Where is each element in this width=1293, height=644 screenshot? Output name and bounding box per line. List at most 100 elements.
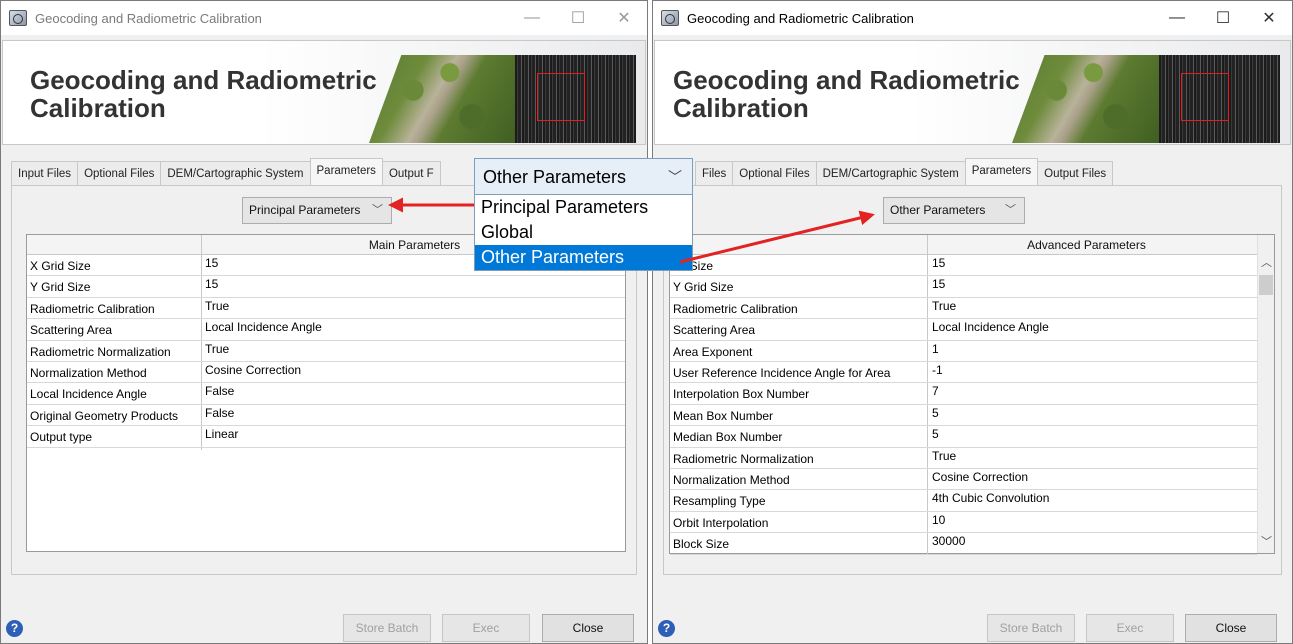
parameter-value[interactable]: 5 — [932, 406, 939, 420]
parameter-value[interactable]: Cosine Correction — [932, 470, 1028, 484]
table-scrollbar[interactable]: ︿ ﹀ — [1257, 235, 1274, 553]
help-icon[interactable]: ? — [658, 620, 675, 637]
scrollbar-thumb[interactable] — [1259, 275, 1273, 295]
parameter-value[interactable]: 15 — [205, 256, 218, 270]
parameter-name: Normalization Method — [673, 473, 790, 487]
dropdown-option-global[interactable]: Global — [475, 220, 692, 245]
table-row[interactable]: Scattering Area Local Incidence Angle — [670, 319, 1257, 341]
close-button[interactable]: Close — [542, 614, 634, 642]
tab-output-files[interactable]: Output Files — [1037, 161, 1114, 185]
parameter-set-dropdown[interactable]: Other Parameters ﹀ Principal Parameters … — [474, 158, 693, 271]
parameter-value[interactable]: 15 — [205, 277, 218, 291]
scroll-down-icon[interactable]: ﹀ — [1258, 534, 1275, 551]
parameter-name: Original Geometry Products — [30, 408, 179, 423]
close-button[interactable]: Close — [1185, 614, 1277, 642]
close-window-button[interactable]: ✕ — [601, 1, 647, 35]
parameter-value[interactable]: True — [932, 449, 956, 463]
banner: Geocoding and Radiometric Calibration — [654, 40, 1291, 145]
parameter-name: Radiometric Calibration — [30, 301, 155, 316]
close-window-button[interactable]: ✕ — [1246, 1, 1292, 35]
dropdown-option-other[interactable]: Other Parameters — [475, 245, 692, 270]
parameter-value[interactable]: False — [205, 406, 234, 420]
maximize-button[interactable]: ☐ — [1200, 1, 1246, 35]
parameter-value[interactable]: 10 — [932, 513, 945, 527]
table-row[interactable]: Radiometric Calibration True — [27, 298, 625, 320]
tab-bar: Input Files Optional Files DEM/Cartograp… — [11, 158, 441, 185]
parameter-value[interactable]: Local Incidence Angle — [932, 320, 1049, 334]
parameter-value[interactable]: 15 — [932, 277, 945, 291]
table-row[interactable]: Interpolation Box Number 7 — [670, 383, 1257, 405]
title-bar[interactable]: Geocoding and Radiometric Calibration — … — [1, 1, 647, 35]
tab-input-files[interactable]: Input Files — [11, 161, 79, 185]
chevron-down-icon: ﹀ — [372, 204, 383, 216]
parameter-value[interactable]: True — [205, 299, 229, 313]
table-row[interactable]: Radiometric Normalization True — [670, 448, 1257, 469]
scroll-up-icon[interactable]: ︿ — [1258, 255, 1275, 272]
parameter-name: X Grid Size — [30, 259, 91, 273]
store-batch-button[interactable]: Store Batch — [987, 614, 1075, 642]
dropdown-option-principal[interactable]: Principal Parameters — [475, 195, 692, 220]
parameter-name: Mean Box Number — [673, 408, 774, 423]
table-row[interactable]: User Reference Incidence Angle for Area -… — [670, 362, 1257, 384]
table-row[interactable]: Area Exponent 1 — [670, 341, 1257, 362]
dropdown-current[interactable]: Other Parameters ﹀ — [475, 159, 692, 195]
help-icon[interactable]: ? — [6, 620, 23, 637]
parameter-value[interactable]: -1 — [932, 363, 943, 377]
parameter-value[interactable]: 4th Cubic Convolution — [932, 491, 1049, 505]
exec-button[interactable]: Exec — [442, 614, 530, 642]
table-row[interactable]: Orbit Interpolation 10 — [670, 512, 1257, 534]
table-row[interactable]: Local Incidence Angle False — [27, 383, 625, 405]
parameters-table: Main Parameters X Grid Size 15 Y Grid Size… — [26, 234, 626, 552]
parameter-value[interactable]: 15 — [932, 256, 945, 270]
banner-title: Geocoding and Radiometric Calibration — [673, 66, 1020, 122]
table-row[interactable]: rid Size 15 — [670, 255, 1257, 277]
table-row[interactable]: Scattering Area Local Incidence Angle — [27, 319, 625, 341]
parameter-name: Radiometric Normalization — [30, 344, 171, 359]
tab-parameters[interactable]: Parameters — [309, 158, 383, 185]
combo-value: Other Parameters — [890, 203, 986, 217]
tab-input-files[interactable]: Files — [695, 161, 734, 185]
title-bar[interactable]: Geocoding and Radiometric Calibration — … — [653, 1, 1292, 35]
maximize-button[interactable]: ☐ — [555, 1, 601, 35]
table-row[interactable]: Mean Box Number 5 — [670, 405, 1257, 427]
parameter-value[interactable]: 30000 — [932, 534, 965, 548]
tab-optional-files[interactable]: Optional Files — [732, 161, 817, 185]
table-row[interactable]: Block Size 30000 — [670, 533, 1257, 555]
parameter-set-combo[interactable]: Other Parameters ﹀ — [883, 197, 1025, 224]
table-row[interactable]: Output type Linear — [27, 426, 625, 448]
tab-dem-cartographic[interactable]: DEM/Cartographic System — [160, 161, 311, 185]
exec-button[interactable]: Exec — [1086, 614, 1174, 642]
parameter-value[interactable]: True — [932, 299, 956, 313]
table-row[interactable]: Original Geometry Products False — [27, 405, 625, 427]
minimize-button[interactable]: — — [509, 1, 555, 35]
tab-parameters[interactable]: Parameters — [964, 158, 1039, 185]
table-row[interactable]: Median Box Number 5 — [670, 426, 1257, 448]
table-row[interactable]: Resampling Type 4th Cubic Convolution — [670, 490, 1257, 512]
table-row[interactable]: Y Grid Size 15 — [27, 276, 625, 298]
table-row[interactable]: Y Grid Size 15 — [670, 276, 1257, 298]
parameter-name: Radiometric Normalization — [673, 451, 814, 466]
parameter-value[interactable]: False — [205, 384, 234, 398]
tab-optional-files[interactable]: Optional Files — [77, 161, 162, 185]
forest-image — [369, 55, 516, 143]
parameter-value[interactable]: True — [205, 342, 229, 356]
window-left: Geocoding and Radiometric Calibration — … — [0, 0, 648, 644]
table-row[interactable]: Normalization Method Cosine Correction — [670, 469, 1257, 491]
parameter-value[interactable]: Linear — [205, 427, 238, 441]
parameter-value[interactable]: Local Incidence Angle — [205, 320, 322, 334]
tab-output-files[interactable]: Output F — [381, 161, 441, 185]
table-row[interactable]: Radiometric Normalization True — [27, 341, 625, 362]
banner-title-line1: Geocoding and Radiometric — [30, 65, 377, 95]
parameter-value[interactable]: Cosine Correction — [205, 363, 301, 377]
parameter-value[interactable]: 7 — [932, 384, 939, 398]
parameter-value[interactable]: 5 — [932, 427, 939, 441]
table-row[interactable]: Radiometric Calibration True — [670, 298, 1257, 320]
store-batch-button[interactable]: Store Batch — [343, 614, 431, 642]
parameter-name: Median Box Number — [673, 430, 783, 445]
table-row[interactable]: Normalization Method Cosine Correction — [27, 362, 625, 384]
parameter-set-combo[interactable]: Principal Parameters ﹀ — [242, 197, 392, 224]
tab-dem-cartographic[interactable]: DEM/Cartographic System — [815, 161, 966, 185]
minimize-button[interactable]: — — [1154, 1, 1200, 35]
parameter-value[interactable]: 1 — [932, 342, 939, 356]
tab-bar: Files Optional Files DEM/Cartographic Sy… — [695, 158, 1114, 185]
